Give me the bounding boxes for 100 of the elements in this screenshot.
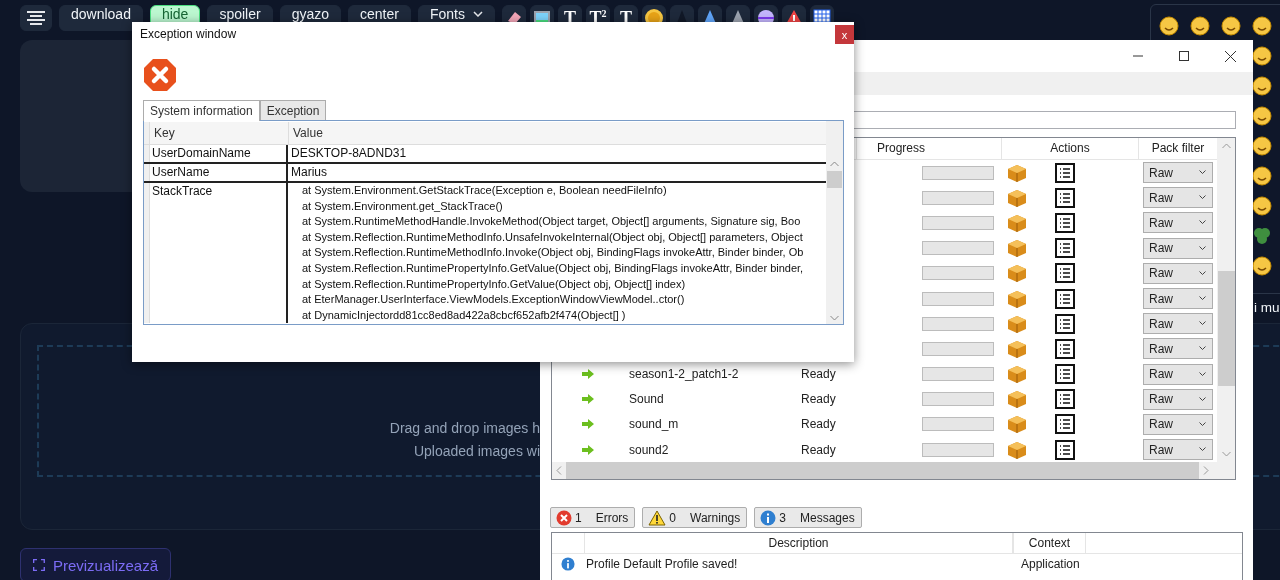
column-header[interactable]: Key — [150, 122, 288, 144]
pack-filter-dropdown[interactable]: Raw — [1143, 413, 1213, 435]
package-box-icon[interactable] — [1006, 187, 1028, 208]
caret-icon — [1199, 321, 1206, 327]
smiley-icon[interactable] — [1251, 106, 1272, 126]
table-cell: sound_m — [629, 417, 679, 432]
package-box-icon[interactable] — [1006, 162, 1028, 183]
stack-trace-line: at System.Environment.get_StackTrace() — [302, 198, 504, 214]
warning-filter-button[interactable]: 0 Warnings — [642, 507, 748, 529]
caret-icon — [472, 11, 483, 17]
close-icon — [1224, 50, 1236, 62]
pack-filter-dropdown[interactable]: Raw — [1143, 439, 1213, 461]
column-header[interactable]: Context — [1013, 533, 1086, 554]
list-icon[interactable] — [1055, 288, 1075, 309]
package-box-icon[interactable] — [1006, 263, 1028, 284]
close-button[interactable]: x — [835, 25, 854, 44]
vertical-scrollbar[interactable] — [1217, 138, 1235, 463]
smiley-icon[interactable] — [1251, 76, 1272, 96]
smiley-icon[interactable] — [1251, 196, 1272, 216]
pack-filter-dropdown[interactable]: Raw — [1143, 162, 1213, 184]
smiley-icon[interactable] — [1251, 256, 1272, 276]
focus-icon — [33, 556, 45, 574]
list-icon[interactable] — [1055, 338, 1075, 359]
package-box-icon[interactable] — [1006, 389, 1028, 410]
pack-filter-dropdown[interactable]: Raw — [1143, 313, 1213, 335]
error-filter-button[interactable]: 1 Errors — [550, 507, 636, 529]
package-box-icon[interactable] — [1006, 313, 1028, 334]
smiley-icon[interactable] — [1251, 136, 1272, 156]
tab[interactable]: System information — [143, 100, 260, 121]
stack-trace-line: at System.Environment.GetStackTrace(Exception e, Boolean needFileInfo) — [302, 183, 668, 198]
maximize-icon — [1179, 51, 1189, 61]
table-cell: sound2 — [629, 442, 669, 457]
scrollbar-thumb[interactable] — [827, 171, 842, 188]
stack-trace-line: at System.Reflection.RuntimeMethodInfo.Invoke(Object obj, BindingFlags invokeAttr, Binder binder, Ob — [302, 245, 805, 261]
smiley-icon[interactable] — [1158, 16, 1179, 36]
pack-filter-dropdown[interactable]: Raw — [1143, 338, 1213, 360]
stack-trace-line: at System.Reflection.RuntimeMethodInfo.UnsafeInvokeInternal(Object obj, Object[] parameters, Object — [302, 229, 804, 245]
column-header[interactable]: Actions — [1001, 138, 1138, 159]
info-icon — [760, 509, 777, 526]
arrow-icon — [582, 394, 594, 405]
list-icon[interactable] — [1055, 263, 1075, 284]
list-icon[interactable] — [1055, 439, 1075, 460]
preview-button[interactable]: Previzualizează — [20, 548, 171, 580]
vertical-scrollbar[interactable] — [826, 121, 843, 324]
list-icon[interactable] — [1055, 364, 1075, 385]
smiley-icon[interactable] — [1251, 166, 1272, 186]
stack-trace-line: at System.Reflection.RuntimePropertyInfo.GetValue(Object obj, Object[] index) — [302, 276, 687, 292]
menu-button[interactable] — [20, 5, 52, 31]
pack-filter-dropdown[interactable]: Raw — [1143, 388, 1213, 410]
list-icon[interactable] — [1055, 414, 1075, 435]
menu-icon — [27, 10, 45, 26]
caret-icon — [1199, 371, 1206, 377]
package-box-icon[interactable] — [1006, 439, 1028, 460]
smiley-icon[interactable] — [1251, 46, 1272, 66]
value-cell-text: Marius — [291, 164, 328, 181]
error-icon — [143, 58, 177, 92]
stack-trace-line: at System.Reflection.RuntimePropertyInfo.GetValue(Object obj, BindingFlags invokeAttr, Binder binder, — [302, 260, 805, 276]
list-icon[interactable] — [1055, 212, 1075, 233]
pack-filter-dropdown[interactable]: Raw — [1143, 288, 1213, 310]
arrow-icon — [582, 419, 594, 430]
list-icon[interactable] — [1055, 313, 1075, 334]
table-cell: season1-2_patch1-2 — [629, 367, 739, 382]
clover-icon[interactable] — [1251, 226, 1272, 246]
value-cell-text: DESKTOP-8ADND31 — [291, 145, 408, 162]
list-icon[interactable] — [1055, 162, 1075, 183]
pack-filter-dropdown[interactable]: Raw — [1143, 262, 1213, 284]
table-cell: Ready — [801, 442, 836, 457]
pack-filter-dropdown[interactable]: Raw — [1143, 363, 1213, 385]
table-cell: Sound — [629, 392, 664, 407]
package-box-icon[interactable] — [1006, 212, 1028, 233]
info-filter-button[interactable]: 3 Messages — [754, 507, 862, 529]
caret-icon — [1199, 346, 1206, 352]
package-box-icon[interactable] — [1006, 238, 1028, 259]
list-icon[interactable] — [1055, 389, 1075, 410]
arrow-icon — [582, 444, 594, 455]
error-icon — [556, 509, 572, 526]
list-icon[interactable] — [1055, 238, 1075, 259]
package-box-icon[interactable] — [1006, 338, 1028, 359]
package-box-icon[interactable] — [1006, 414, 1028, 435]
caret-icon — [1199, 270, 1206, 276]
list-icon[interactable] — [1055, 187, 1075, 208]
arrow-icon — [582, 369, 594, 380]
drop-zone-text: Uploaded images wi — [413, 442, 540, 461]
caret-icon — [1199, 195, 1206, 201]
stack-trace-line: at DynamicInjectordd81cc8ed8ad422a8cbcf652afb2f474(Object[] ) — [302, 307, 627, 323]
package-box-icon[interactable] — [1006, 288, 1028, 309]
smiley-icon[interactable] — [1251, 16, 1272, 36]
scrollbar-thumb[interactable] — [1217, 271, 1235, 386]
caret-icon — [1199, 296, 1206, 302]
table-cell-text: Application — [1020, 557, 1081, 572]
column-header[interactable]: Progress — [856, 138, 1001, 159]
smiley-icon[interactable] — [1220, 16, 1241, 36]
tab[interactable]: Exception — [259, 100, 327, 120]
pack-filter-dropdown[interactable]: Raw — [1143, 212, 1213, 234]
pack-filter-dropdown[interactable]: Raw — [1143, 187, 1213, 209]
column-header[interactable]: Description — [584, 533, 1013, 554]
pack-filter-dropdown[interactable]: Raw — [1143, 237, 1213, 259]
package-box-icon[interactable] — [1006, 364, 1028, 385]
table-cell: Ready — [801, 417, 836, 432]
smiley-icon[interactable] — [1189, 16, 1210, 36]
